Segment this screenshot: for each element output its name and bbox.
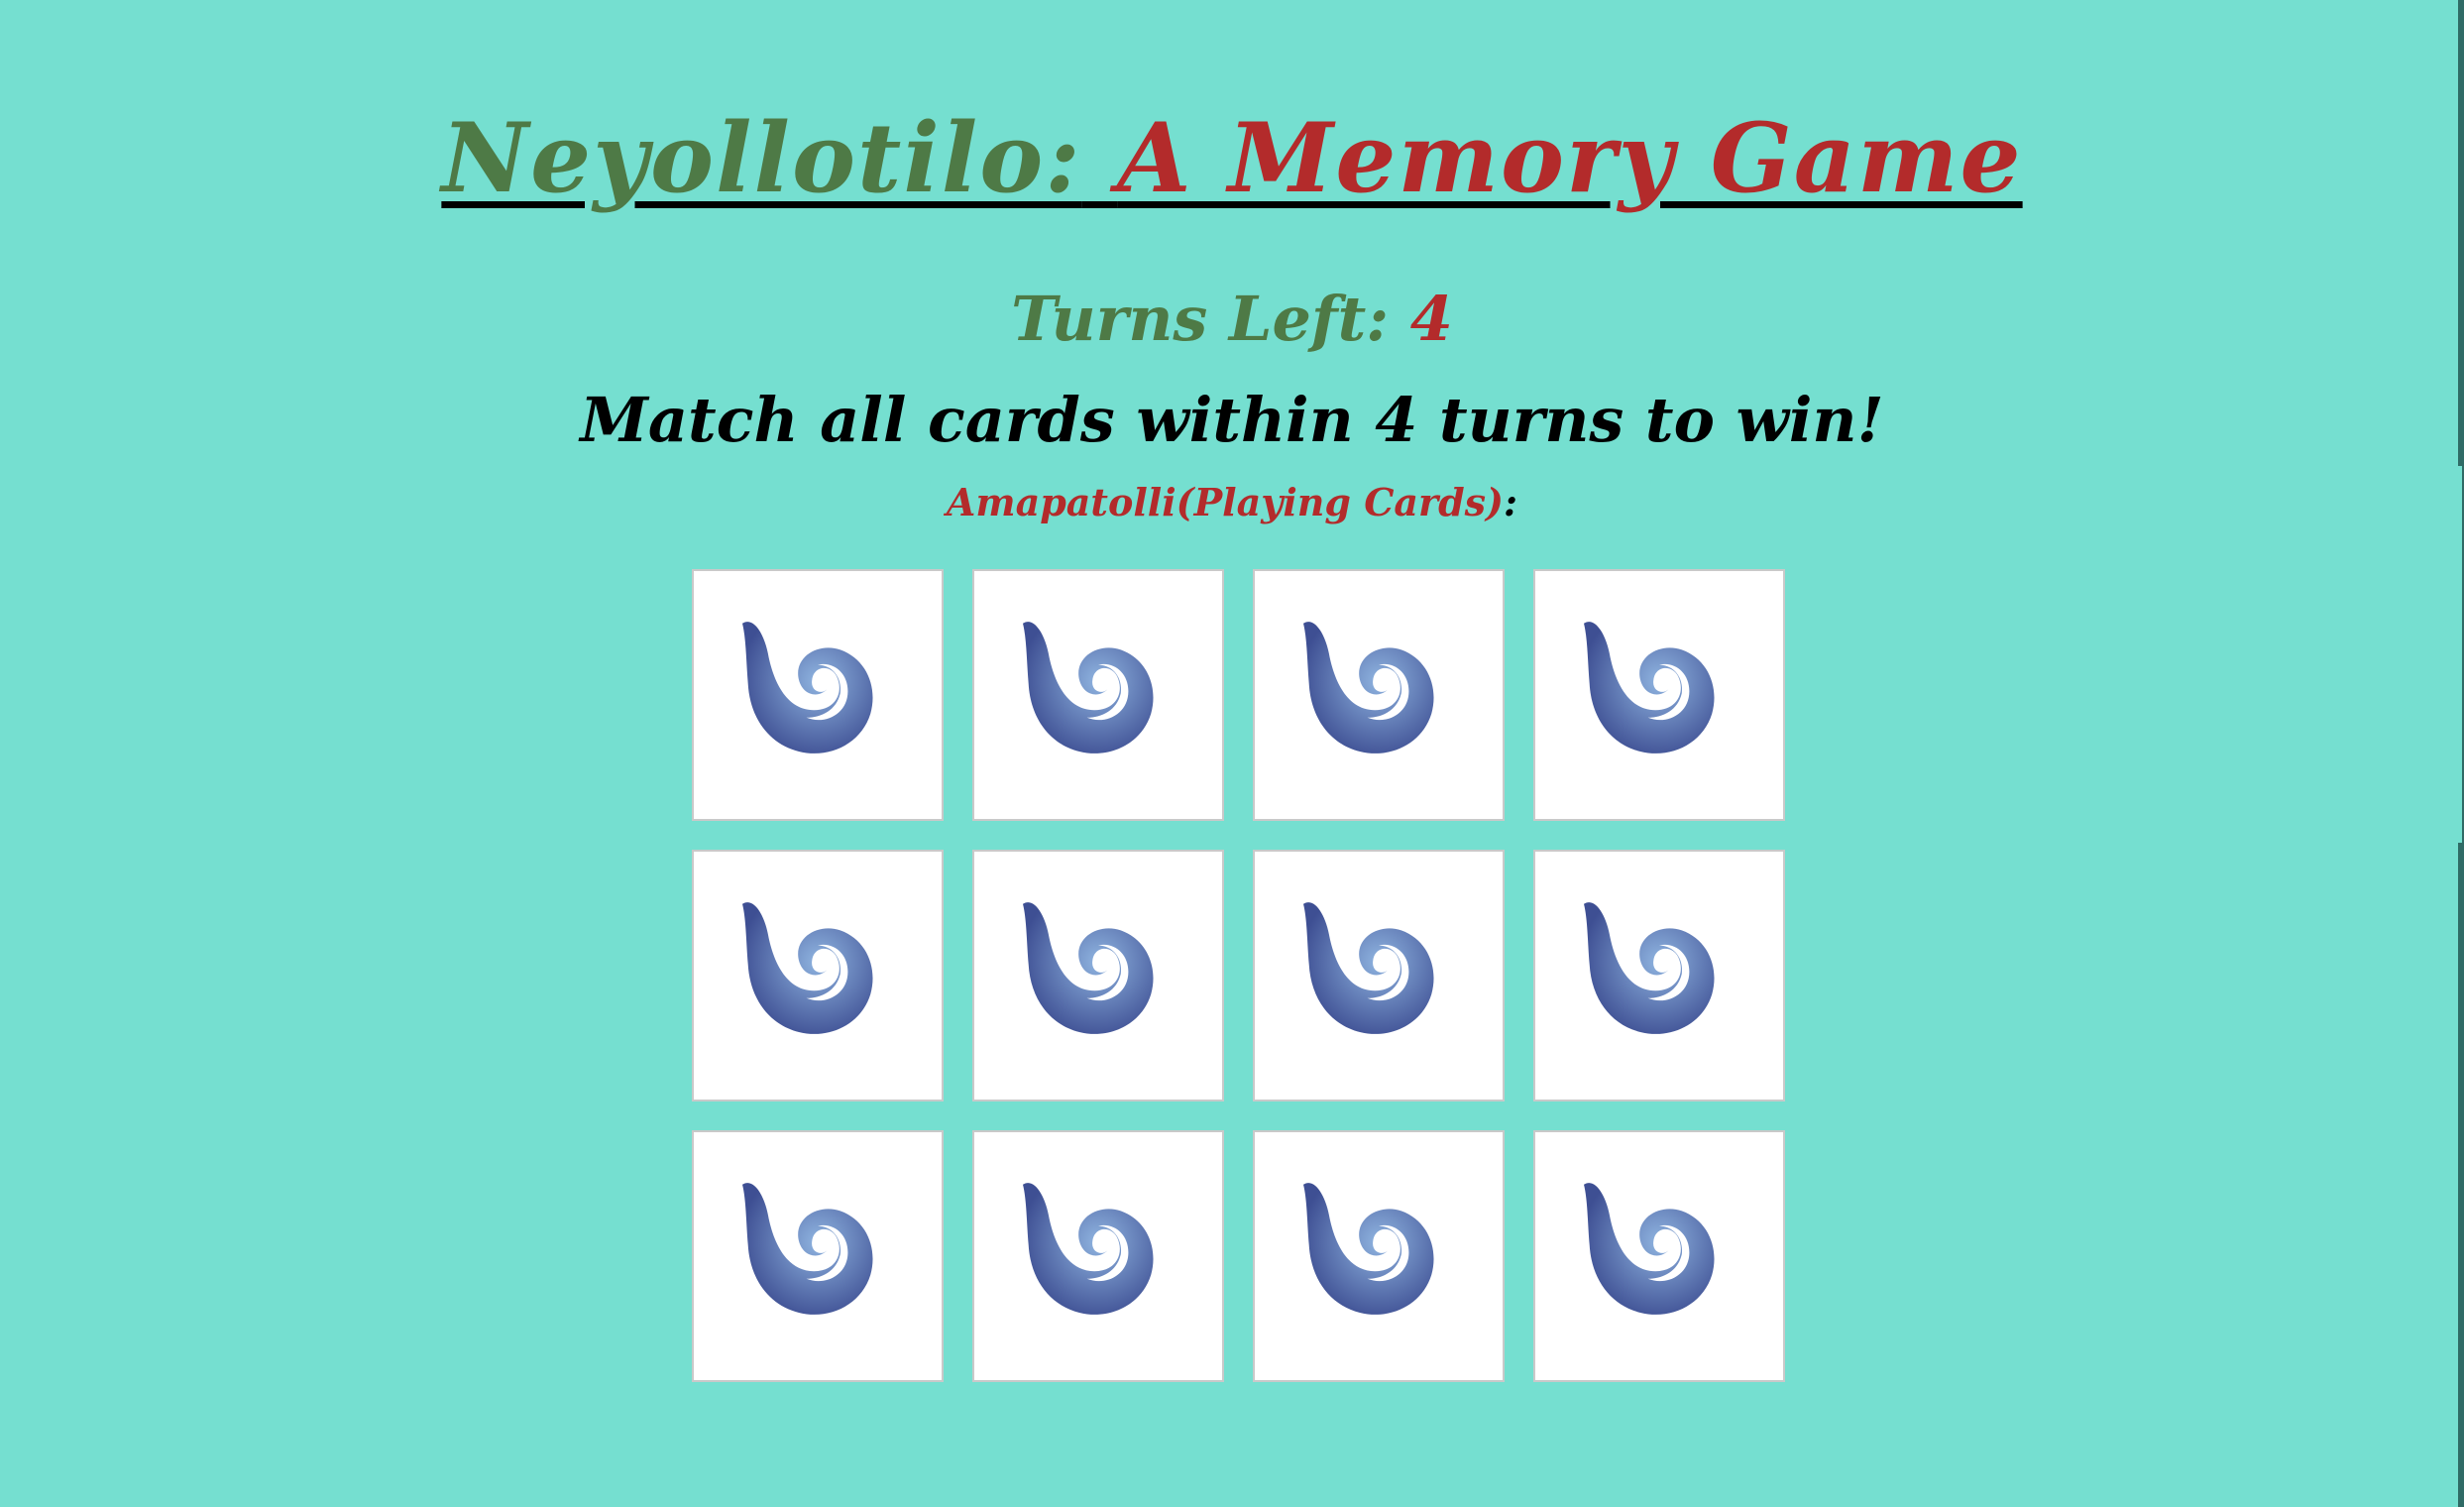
title-part1: Neyollotilo: [441, 102, 1082, 214]
memory-card[interactable] [692, 1130, 944, 1382]
memory-card[interactable] [1253, 569, 1505, 821]
memory-card[interactable] [692, 850, 944, 1101]
swirl-icon [1023, 1183, 1154, 1315]
swirl-icon [1023, 622, 1154, 754]
memory-card[interactable] [1533, 850, 1785, 1101]
cards-label-text: Amapatolli(Playing Cards) [946, 480, 1505, 524]
memory-card[interactable] [972, 569, 1224, 821]
swirl-icon [1303, 622, 1434, 754]
swirl-icon [742, 1183, 873, 1315]
instructions-text: Match all cards within 4 turns to win! [580, 384, 1884, 456]
cards-section-label: Amapatolli(Playing Cards): [0, 478, 2464, 527]
swirl-icon [1303, 902, 1434, 1034]
memory-card[interactable] [1253, 1130, 1505, 1382]
swirl-icon [1584, 622, 1715, 754]
swirl-icon [1303, 1183, 1434, 1315]
swirl-icon [1584, 1183, 1715, 1315]
memory-card[interactable] [1533, 1130, 1785, 1382]
memory-card[interactable] [972, 1130, 1224, 1382]
swirl-icon [742, 902, 873, 1034]
turns-counter: Turns Left: 4 [0, 280, 2464, 359]
memory-card[interactable] [692, 569, 944, 821]
memory-card[interactable] [972, 850, 1224, 1101]
turns-label: Turns Left: [1011, 283, 1390, 355]
memory-card[interactable] [1253, 850, 1505, 1101]
card-grid [692, 569, 1788, 1386]
title-part2: A Memory Game [1117, 102, 2023, 214]
turns-left-value: 4 [1409, 283, 1453, 355]
swirl-icon [1023, 902, 1154, 1034]
page-title: Neyollotilo: A Memory Game [0, 99, 2464, 218]
cards-label-colon: : [1504, 480, 1518, 524]
swirl-icon [742, 622, 873, 754]
game-page: Neyollotilo: A Memory Game Turns Left: 4… [0, 0, 2464, 1507]
memory-card[interactable] [1533, 569, 1785, 821]
swirl-icon [1584, 902, 1715, 1034]
